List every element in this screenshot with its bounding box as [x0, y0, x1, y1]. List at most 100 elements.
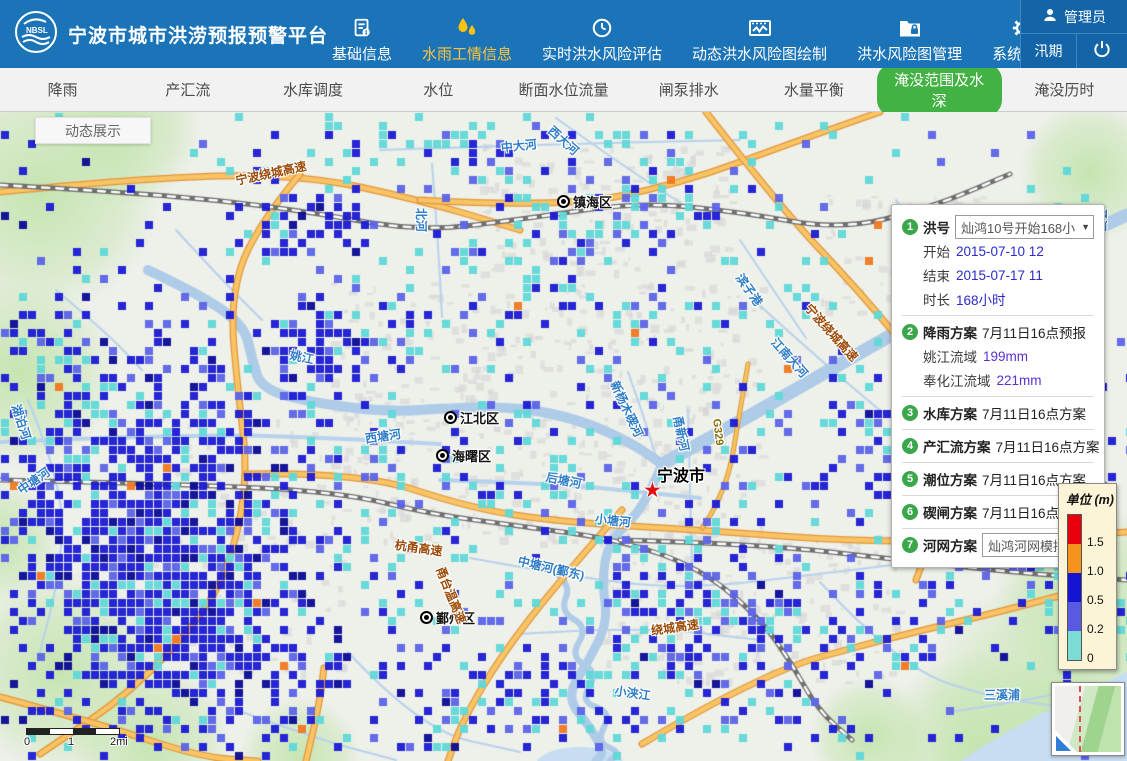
field-value: 168小时 — [956, 289, 1006, 309]
district-marker-icon — [557, 195, 570, 208]
minimap-toggle-icon — [1056, 736, 1071, 751]
legend-tick: 0 — [1087, 651, 1094, 665]
brand: NBSL 宁波市城市洪涝预报预警平台 — [0, 10, 332, 59]
legend-title: 单位 — [1066, 493, 1091, 507]
step-badge: 1 — [902, 219, 918, 235]
field-label: 姚江流域 — [923, 346, 977, 366]
user-menu[interactable]: 管理员 — [1021, 0, 1127, 34]
nav-item-riskmap-mgmt[interactable]: 洪水风险图管理 — [857, 16, 962, 64]
river-label: 三溪浦 — [984, 686, 1020, 703]
map-scalebar: 0 1 2mi — [26, 728, 136, 749]
step-badge: 4 — [902, 438, 918, 454]
minimap-toggle[interactable] — [1055, 730, 1077, 752]
legend-tick: 1.0 — [1087, 564, 1104, 578]
district-marker-icon — [420, 611, 433, 624]
user-label: 管理员 — [1064, 7, 1106, 27]
step-badge: 2 — [902, 324, 918, 340]
flood-event-select[interactable]: 灿鸿10号开始168小▼ — [955, 215, 1094, 239]
tab-waterlevel[interactable]: 水位 — [376, 74, 501, 105]
header-right-block: 管理员 汛期 — [1020, 0, 1127, 68]
nav-label: 动态洪水风险图绘制 — [692, 43, 827, 64]
section-label: 河网方案 — [923, 535, 977, 555]
scalebar-label: 1 — [68, 736, 74, 748]
nav-label: 实时洪水风险评估 — [542, 43, 662, 64]
legend-tick: 1.5 — [1087, 535, 1104, 549]
app-header: NBSL 宁波市城市洪涝预报预警平台 基础信息 水雨工情信息 — [0, 0, 1127, 68]
district-label-jiangbei: 江北区 — [444, 408, 499, 427]
step-badge: 7 — [902, 537, 918, 553]
power-icon — [1092, 39, 1112, 64]
nav-label: 基础信息 — [332, 43, 392, 64]
dynamic-display-button[interactable]: 动态展示 — [35, 117, 151, 144]
river-label: 北河 — [413, 208, 430, 232]
folder-lock-icon — [898, 16, 922, 40]
svg-text:NBSL: NBSL — [26, 26, 48, 35]
season-toggle[interactable]: 汛期 — [1021, 34, 1077, 68]
tab-reservoir[interactable]: 水库调度 — [250, 74, 375, 105]
overview-minimap[interactable] — [1051, 682, 1125, 756]
tab-inundation-duration[interactable]: 淹没历时 — [1002, 74, 1127, 105]
legend-segment — [1068, 515, 1081, 544]
clock-icon — [591, 16, 613, 40]
field-label: 时长 — [923, 289, 950, 309]
tab-water-balance[interactable]: 水量平衡 — [751, 74, 876, 105]
legend-segment — [1068, 631, 1081, 660]
sub-tabbar: 降雨 产汇流 水库调度 水位 断面水位流量 闸泵排水 水量平衡 淹没范围及水深 … — [0, 68, 1127, 112]
field-value: 2015-07-17 11 — [956, 268, 1043, 283]
logout-button[interactable] — [1077, 34, 1127, 68]
field-value: 221mm — [997, 373, 1042, 388]
scalebar-label: 2mi — [110, 736, 128, 748]
tab-rainfall[interactable]: 降雨 — [0, 74, 125, 105]
scalebar-bar — [26, 728, 120, 735]
chart-monitor-icon — [748, 16, 772, 40]
section-label: 潮位方案 — [923, 469, 977, 489]
scalebar-label: 0 — [24, 736, 30, 748]
page-title: 宁波市城市洪涝预报预警平台 — [68, 21, 328, 48]
river-label: 小塘河 — [594, 510, 632, 531]
nav-item-water-rain-info[interactable]: 水雨工情信息 — [422, 16, 512, 64]
nav-item-basic-info[interactable]: 基础信息 — [332, 16, 392, 64]
district-marker-icon — [436, 449, 449, 462]
district-label-zhenhai: 镇海区 — [557, 192, 612, 211]
panel-section-reservoir: 3 水库方案 7月11日16点方案 — [902, 396, 1094, 429]
legend-tick: 0.5 — [1087, 593, 1104, 607]
water-drops-icon — [455, 16, 479, 40]
legend-unit: (m) — [1095, 493, 1114, 507]
app-logo: NBSL — [14, 10, 58, 59]
legend-tick: 0.2 — [1087, 622, 1104, 636]
user-icon — [1042, 7, 1058, 26]
boundary-line — [1079, 686, 1081, 752]
legend-colorbar — [1067, 514, 1082, 661]
nav-label: 水雨工情信息 — [422, 43, 512, 64]
depth-legend: 单位 (m) 1.5 1.0 0.5 0.2 0 — [1058, 483, 1117, 670]
district-label-haishu: 海曙区 — [436, 446, 491, 465]
legend-segment — [1068, 544, 1081, 573]
city-star-marker: ★ — [643, 480, 662, 501]
map-area[interactable]: 动态展示 镇海区 江北区 海曙区 鄞州区 宁波市 ★ 中大河 西大河 北河 滨子… — [0, 112, 1127, 761]
step-badge: 5 — [902, 471, 918, 487]
section-value: 7月11日16点预报 — [982, 322, 1086, 342]
overview-minimap-image — [1055, 686, 1121, 752]
chevron-down-icon: ▼ — [1081, 222, 1090, 232]
app-root: NBSL 宁波市城市洪涝预报预警平台 基础信息 水雨工情信息 — [0, 0, 1127, 761]
section-value: 7月11日16点方案 — [996, 436, 1100, 456]
section-value: 7月11日16点方案 — [982, 403, 1086, 423]
section-label: 洪号 — [923, 217, 950, 237]
field-value: 2015-07-10 12 — [956, 244, 1044, 259]
main-nav: 基础信息 水雨工情信息 实时洪水风险评估 动态洪水风险图绘制 — [332, 0, 1052, 72]
city-label-ningbo: 宁波市 — [657, 462, 705, 486]
step-badge: 3 — [902, 405, 918, 421]
header-bottom-row: 汛期 — [1021, 34, 1127, 68]
panel-section-runoff: 4 产汇流方案 7月11日16点方案 — [902, 429, 1094, 462]
district-marker-icon — [444, 411, 457, 424]
step-badge: 6 — [902, 504, 918, 520]
nav-label: 洪水风险图管理 — [857, 43, 962, 64]
section-label: 碶闸方案 — [923, 502, 977, 522]
nav-item-dynamic-riskmap[interactable]: 动态洪水风险图绘制 — [692, 16, 827, 64]
panel-section-rainfall: 2 降雨方案 7月11日16点预报 姚江流域199mm 奉化江流域221mm — [902, 315, 1094, 396]
tab-runoff[interactable]: 产汇流 — [125, 74, 250, 105]
legend-segment — [1068, 602, 1081, 631]
nav-item-realtime-risk[interactable]: 实时洪水风险评估 — [542, 16, 662, 64]
tab-gate-pump[interactable]: 闸泵排水 — [626, 74, 751, 105]
tab-section-flow[interactable]: 断面水位流量 — [501, 74, 626, 105]
